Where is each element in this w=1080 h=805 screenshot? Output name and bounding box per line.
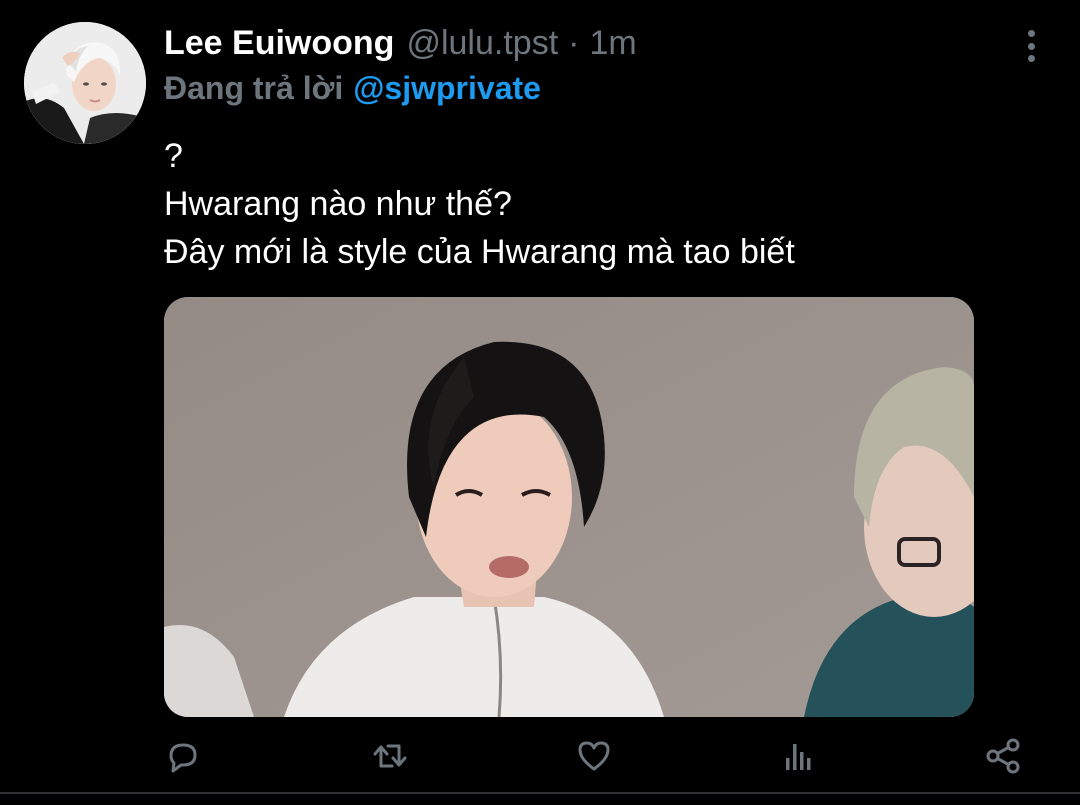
tweet-text-line: Đây mới là style của Hwarang mà tao biết — [164, 233, 795, 271]
tweet-actions — [0, 728, 1080, 784]
reply-mention-link[interactable]: @sjwprivate — [353, 70, 541, 107]
reply-context: Đang trả lời @sjwprivate — [164, 70, 541, 114]
timestamp[interactable]: 1m — [589, 24, 636, 63]
tweet-text-line: ? — [164, 137, 183, 175]
user-handle[interactable]: @lulu.tpst — [406, 24, 558, 63]
heart-icon[interactable] — [566, 728, 622, 784]
separator: · — [568, 24, 580, 62]
avatar-image — [24, 22, 146, 144]
reply-prefix: Đang trả lời — [164, 70, 344, 106]
tweet[interactable]: Lee Euiwoong @lulu.tpst · 1m Đang trả lờ… — [0, 0, 1080, 805]
share-icon[interactable] — [975, 728, 1031, 784]
more-dot — [1027, 55, 1035, 62]
heart-icon-glyph — [578, 741, 610, 771]
more-dot — [1027, 30, 1035, 37]
reply-icon-glyph — [169, 743, 197, 773]
divider — [0, 792, 1080, 794]
reply-icon[interactable] — [155, 728, 211, 784]
avatar[interactable] — [24, 22, 146, 144]
tweet-media-image[interactable] — [164, 297, 974, 717]
tweet-text-line: Hwarang nào như thế? — [164, 185, 512, 223]
analytics-icon[interactable] — [770, 728, 826, 784]
analytics-icon-glyph — [786, 744, 811, 770]
tweet-text: ? Hwarang nào như thế? Đây mới là style … — [164, 132, 1044, 276]
share-icon-glyph — [986, 738, 1020, 774]
retweet-icon-glyph — [373, 744, 407, 768]
more-options-icon[interactable] — [1012, 26, 1050, 66]
tweet-header: Lee Euiwoong @lulu.tpst · 1m — [164, 24, 637, 68]
media-photo — [164, 297, 974, 717]
more-dot — [1027, 42, 1035, 50]
retweet-icon[interactable] — [362, 728, 418, 784]
display-name[interactable]: Lee Euiwoong — [164, 24, 394, 63]
